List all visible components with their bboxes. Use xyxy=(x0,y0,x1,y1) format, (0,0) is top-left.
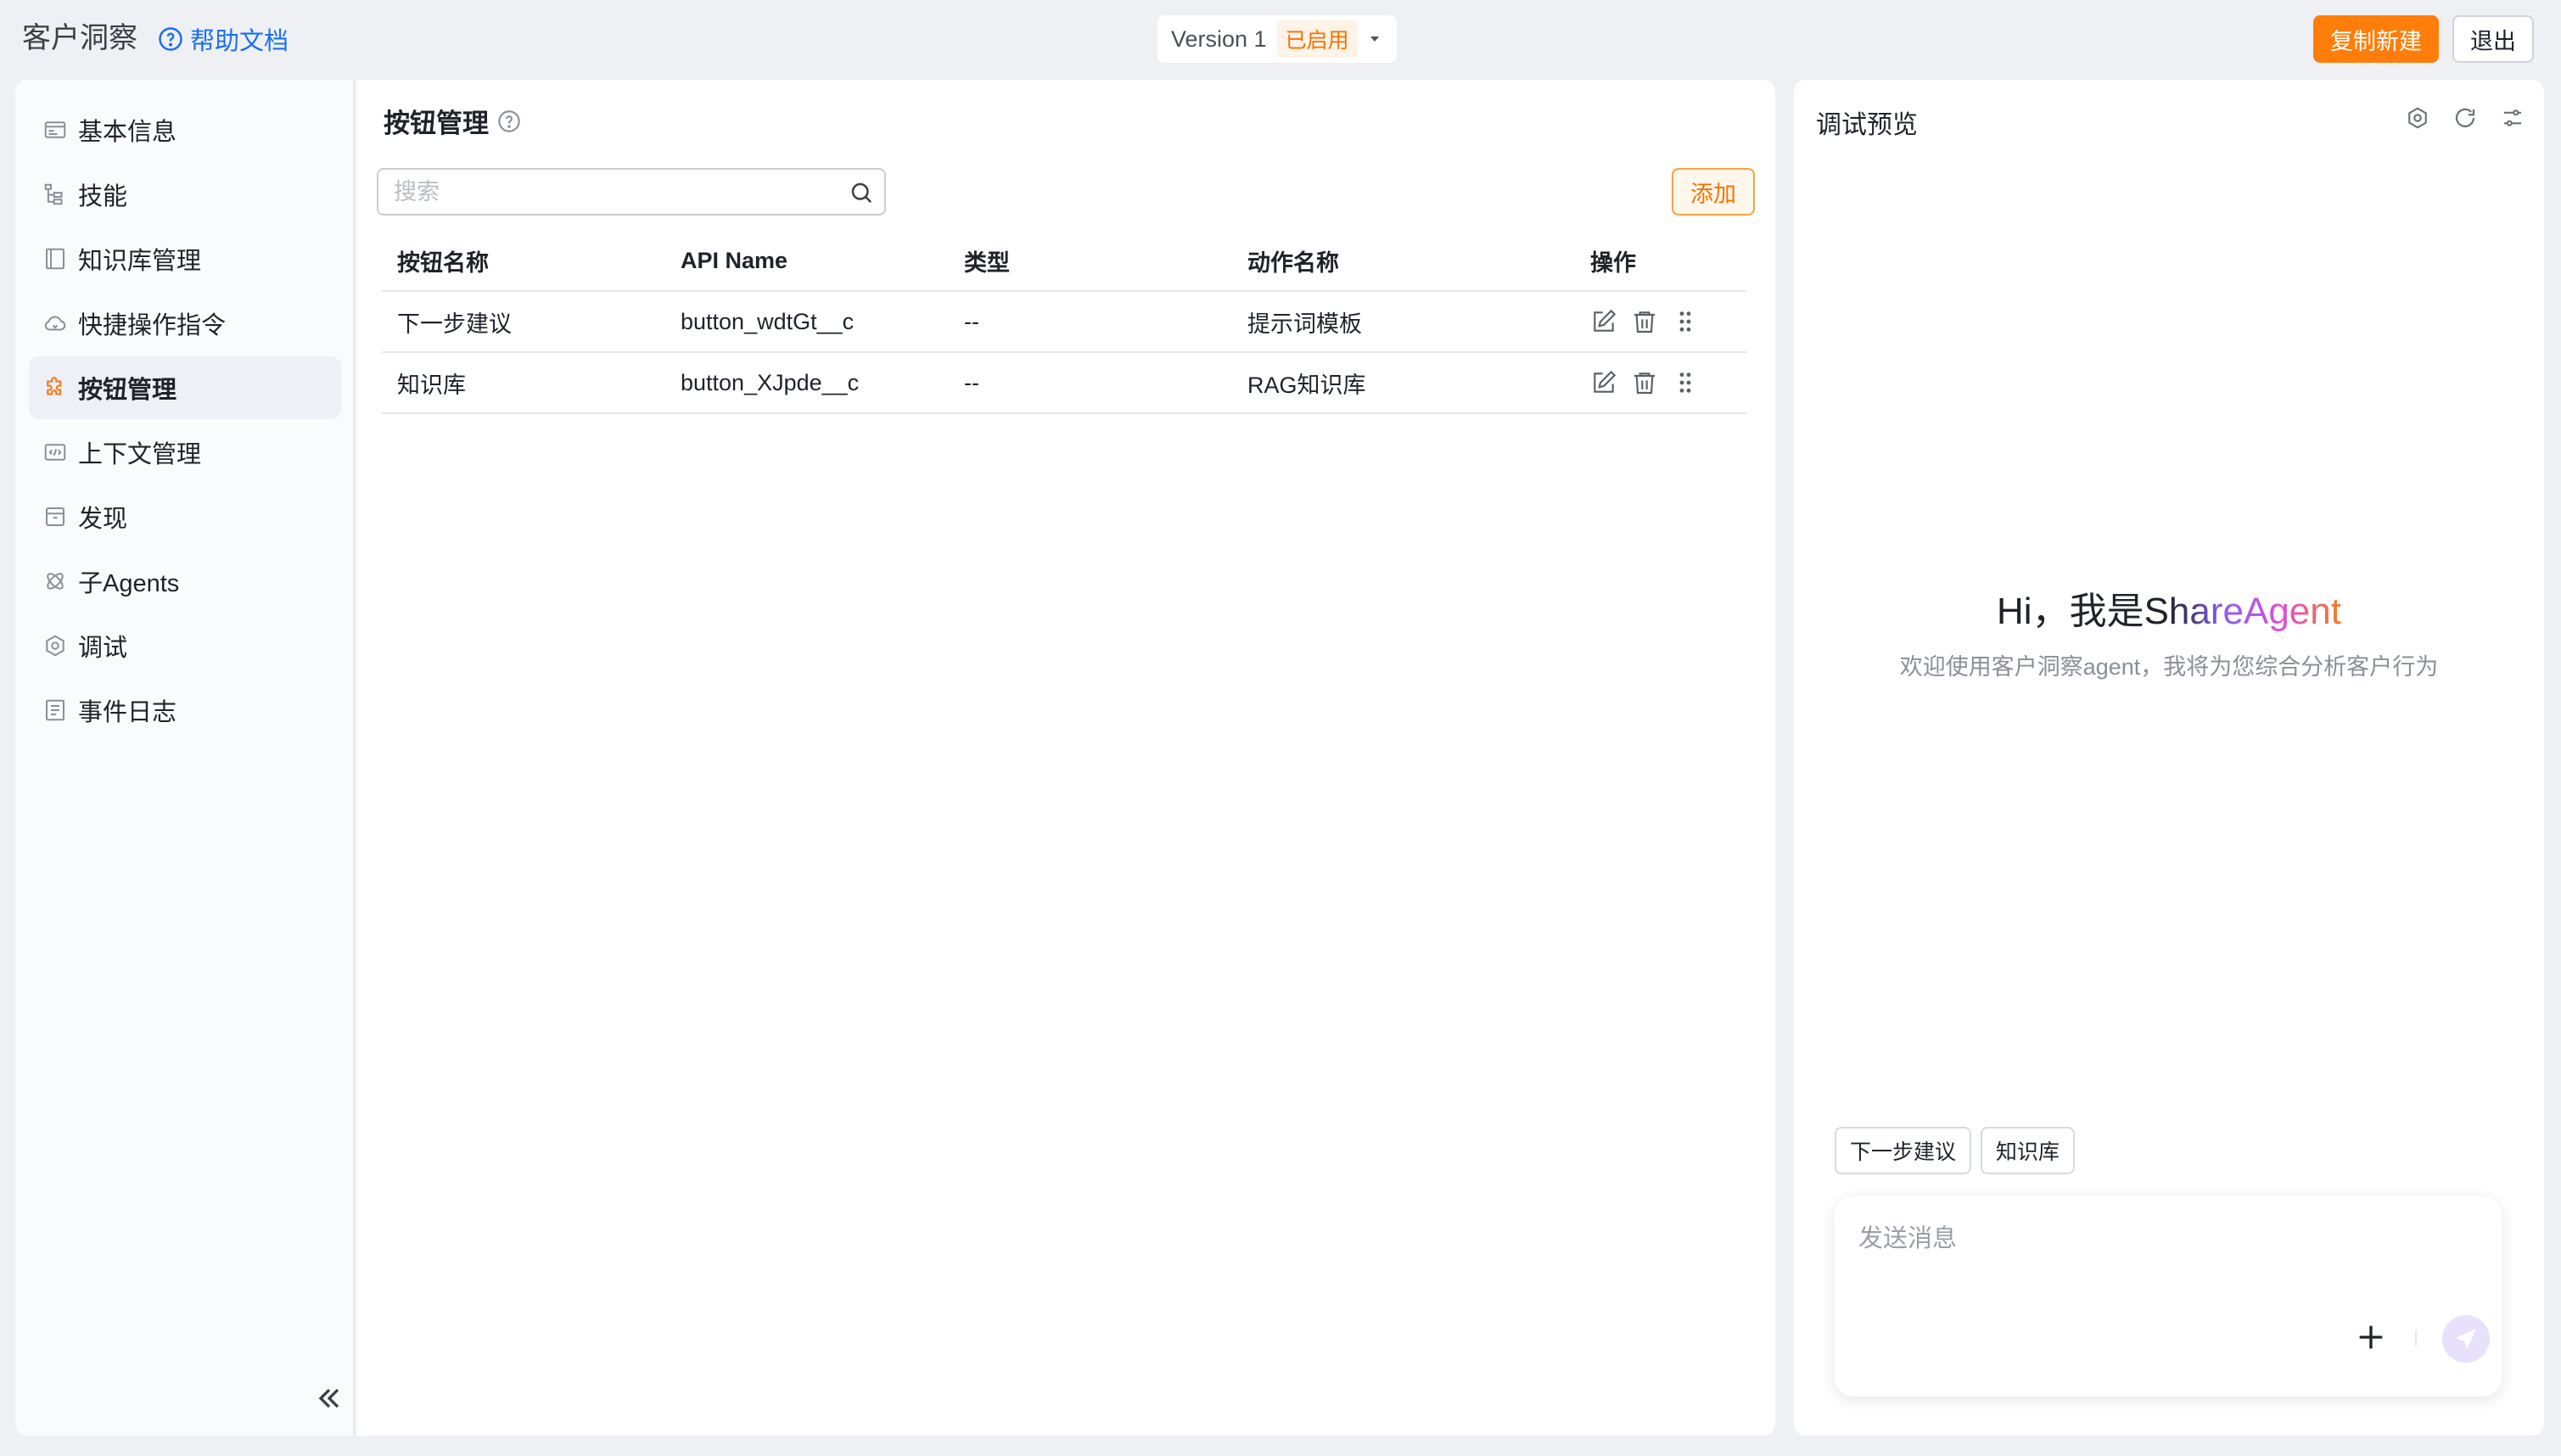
debug-toolbar xyxy=(2405,105,2525,131)
puzzle-icon xyxy=(42,375,68,400)
debug-preview-panel: 调试预览 Hi，我是ShareAgent 欢迎使用客户洞察agent，我将为您综… xyxy=(1794,80,2544,1436)
sidebar-item-sub-agents[interactable]: 子Agents xyxy=(29,550,341,613)
top-header: 客户洞察 帮助文档 Version 1 已启用 复制新建 退出 xyxy=(0,0,2561,78)
version-label: Version 1 xyxy=(1171,25,1267,52)
greeting-subtitle: 欢迎使用客户洞察agent，我将为您综合分析客户行为 xyxy=(1899,654,2439,680)
sidebar-item-context[interactable]: 上下文管理 xyxy=(29,421,341,484)
tree-icon xyxy=(42,182,68,207)
chat-input-box xyxy=(1835,1196,2502,1397)
sidebar-item-label: 子Agents xyxy=(78,570,180,597)
page-title-text: 按钮管理 xyxy=(384,109,489,138)
sidebar-item-label: 发现 xyxy=(78,506,128,533)
copy-new-button[interactable]: 复制新建 xyxy=(2313,15,2439,63)
sidebar-item-shortcuts[interactable]: 快捷操作指令 xyxy=(29,292,341,355)
search-box xyxy=(377,168,886,216)
cell-button-name: 下一步建议 xyxy=(397,311,512,337)
sidebar-item-label: 按钮管理 xyxy=(78,377,177,404)
sidebar-item-label: 知识库管理 xyxy=(78,248,202,275)
sidebar-item-skills[interactable]: 技能 xyxy=(29,163,341,226)
gear-icon xyxy=(42,633,68,658)
message-input[interactable] xyxy=(1835,1196,2502,1332)
book-icon xyxy=(42,246,68,272)
app-title: 客户洞察 xyxy=(22,22,137,54)
cell-api-name: button_XJpde__c xyxy=(681,369,860,395)
column-header: 类型 xyxy=(964,249,1010,276)
atom-icon xyxy=(42,568,68,594)
sidebar-item-label: 调试 xyxy=(78,635,128,662)
quick-button-next-step[interactable]: 下一步建议 xyxy=(1835,1127,1972,1174)
main-panel: 按钮管理 添加 按钮名称 API Name 类型 动作名称 操作 下一步建议 b… xyxy=(356,80,1775,1436)
cell-type: -- xyxy=(964,369,979,395)
info-card-icon xyxy=(42,117,68,143)
refresh-icon[interactable] xyxy=(2452,105,2478,131)
divider xyxy=(2415,1330,2417,1346)
cell-action: RAG知识库 xyxy=(1247,372,1366,398)
edit-icon[interactable] xyxy=(1590,369,1617,396)
drag-handle-icon[interactable] xyxy=(1672,369,1699,396)
plus-icon[interactable] xyxy=(2354,1320,2388,1354)
delete-icon[interactable] xyxy=(1631,369,1658,396)
cell-action: 提示词模板 xyxy=(1247,311,1362,337)
greeting-brand: ShareAgent xyxy=(2144,591,2341,632)
debug-title: 调试预览 xyxy=(1816,111,1918,139)
page-title: 按钮管理 xyxy=(384,102,521,140)
column-header: 按钮名称 xyxy=(397,249,489,276)
version-select[interactable]: Version 1 已启用 xyxy=(1157,15,1397,63)
sidebar-item-basic-info[interactable]: 基本信息 xyxy=(29,98,341,161)
help-circle-icon xyxy=(158,26,183,52)
exit-button[interactable]: 退出 xyxy=(2452,15,2534,63)
column-header: 动作名称 xyxy=(1247,249,1339,276)
table-header: 按钮名称 API Name 类型 动作名称 操作 xyxy=(382,231,1746,292)
version-status-badge: 已启用 xyxy=(1276,20,1358,58)
column-header: API Name xyxy=(681,247,788,273)
sidebar-item-discover[interactable]: 发现 xyxy=(29,485,341,548)
greeting-prefix: Hi，我是 xyxy=(1997,591,2144,632)
question-icon[interactable] xyxy=(497,109,521,133)
buttons-table: 按钮名称 API Name 类型 动作名称 操作 下一步建议 button_wd… xyxy=(382,231,1746,414)
sidebar-item-label: 上下文管理 xyxy=(78,441,202,468)
sidebar-item-label: 快捷操作指令 xyxy=(78,312,227,339)
edit-icon[interactable] xyxy=(1590,308,1617,335)
sidebar-item-label: 基本信息 xyxy=(78,119,177,146)
sidebar-item-buttons[interactable]: 按钮管理 xyxy=(29,356,341,419)
cloud-icon xyxy=(42,311,68,336)
greeting: Hi，我是ShareAgent xyxy=(1794,580,2544,635)
add-button[interactable]: 添加 xyxy=(1672,168,1755,216)
sidebar-item-label: 事件日志 xyxy=(78,699,177,726)
table-row: 下一步建议 button_wdtGt__c -- 提示词模板 xyxy=(382,292,1746,353)
send-icon xyxy=(2456,1329,2476,1349)
caret-down-icon xyxy=(1368,32,1381,46)
sliders-icon[interactable] xyxy=(2500,105,2525,131)
log-icon xyxy=(42,697,68,723)
collapse-sidebar-icon[interactable] xyxy=(312,1381,346,1415)
quick-button-knowledge[interactable]: 知识库 xyxy=(1981,1127,2076,1174)
help-docs-link[interactable]: 帮助文档 xyxy=(158,20,289,58)
table-row: 知识库 button_XJpde__c -- RAG知识库 xyxy=(382,353,1746,414)
delete-icon[interactable] xyxy=(1631,308,1658,335)
sidebar: 基本信息 技能 知识库管理 快捷操作指令 按钮管理 上下文管理 发现 子Agen… xyxy=(15,80,355,1436)
cell-button-name: 知识库 xyxy=(397,372,466,398)
settings-icon[interactable] xyxy=(2405,105,2430,131)
drag-handle-icon[interactable] xyxy=(1672,308,1699,335)
cell-operations xyxy=(1575,369,1746,396)
cell-api-name: button_wdtGt__c xyxy=(681,308,855,334)
help-docs-label: 帮助文档 xyxy=(190,28,289,55)
send-button[interactable] xyxy=(2442,1315,2490,1363)
cell-type: -- xyxy=(964,308,979,334)
sidebar-item-debug[interactable]: 调试 xyxy=(29,614,341,677)
cell-operations xyxy=(1575,308,1746,335)
sidebar-item-event-log[interactable]: 事件日志 xyxy=(29,679,341,742)
sidebar-item-label: 技能 xyxy=(78,183,128,210)
sidebar-item-knowledge[interactable]: 知识库管理 xyxy=(29,227,341,290)
column-header: 操作 xyxy=(1590,249,1636,276)
code-icon xyxy=(42,440,68,465)
search-icon[interactable] xyxy=(849,180,874,205)
box-icon xyxy=(42,504,68,529)
search-input[interactable] xyxy=(378,170,884,214)
